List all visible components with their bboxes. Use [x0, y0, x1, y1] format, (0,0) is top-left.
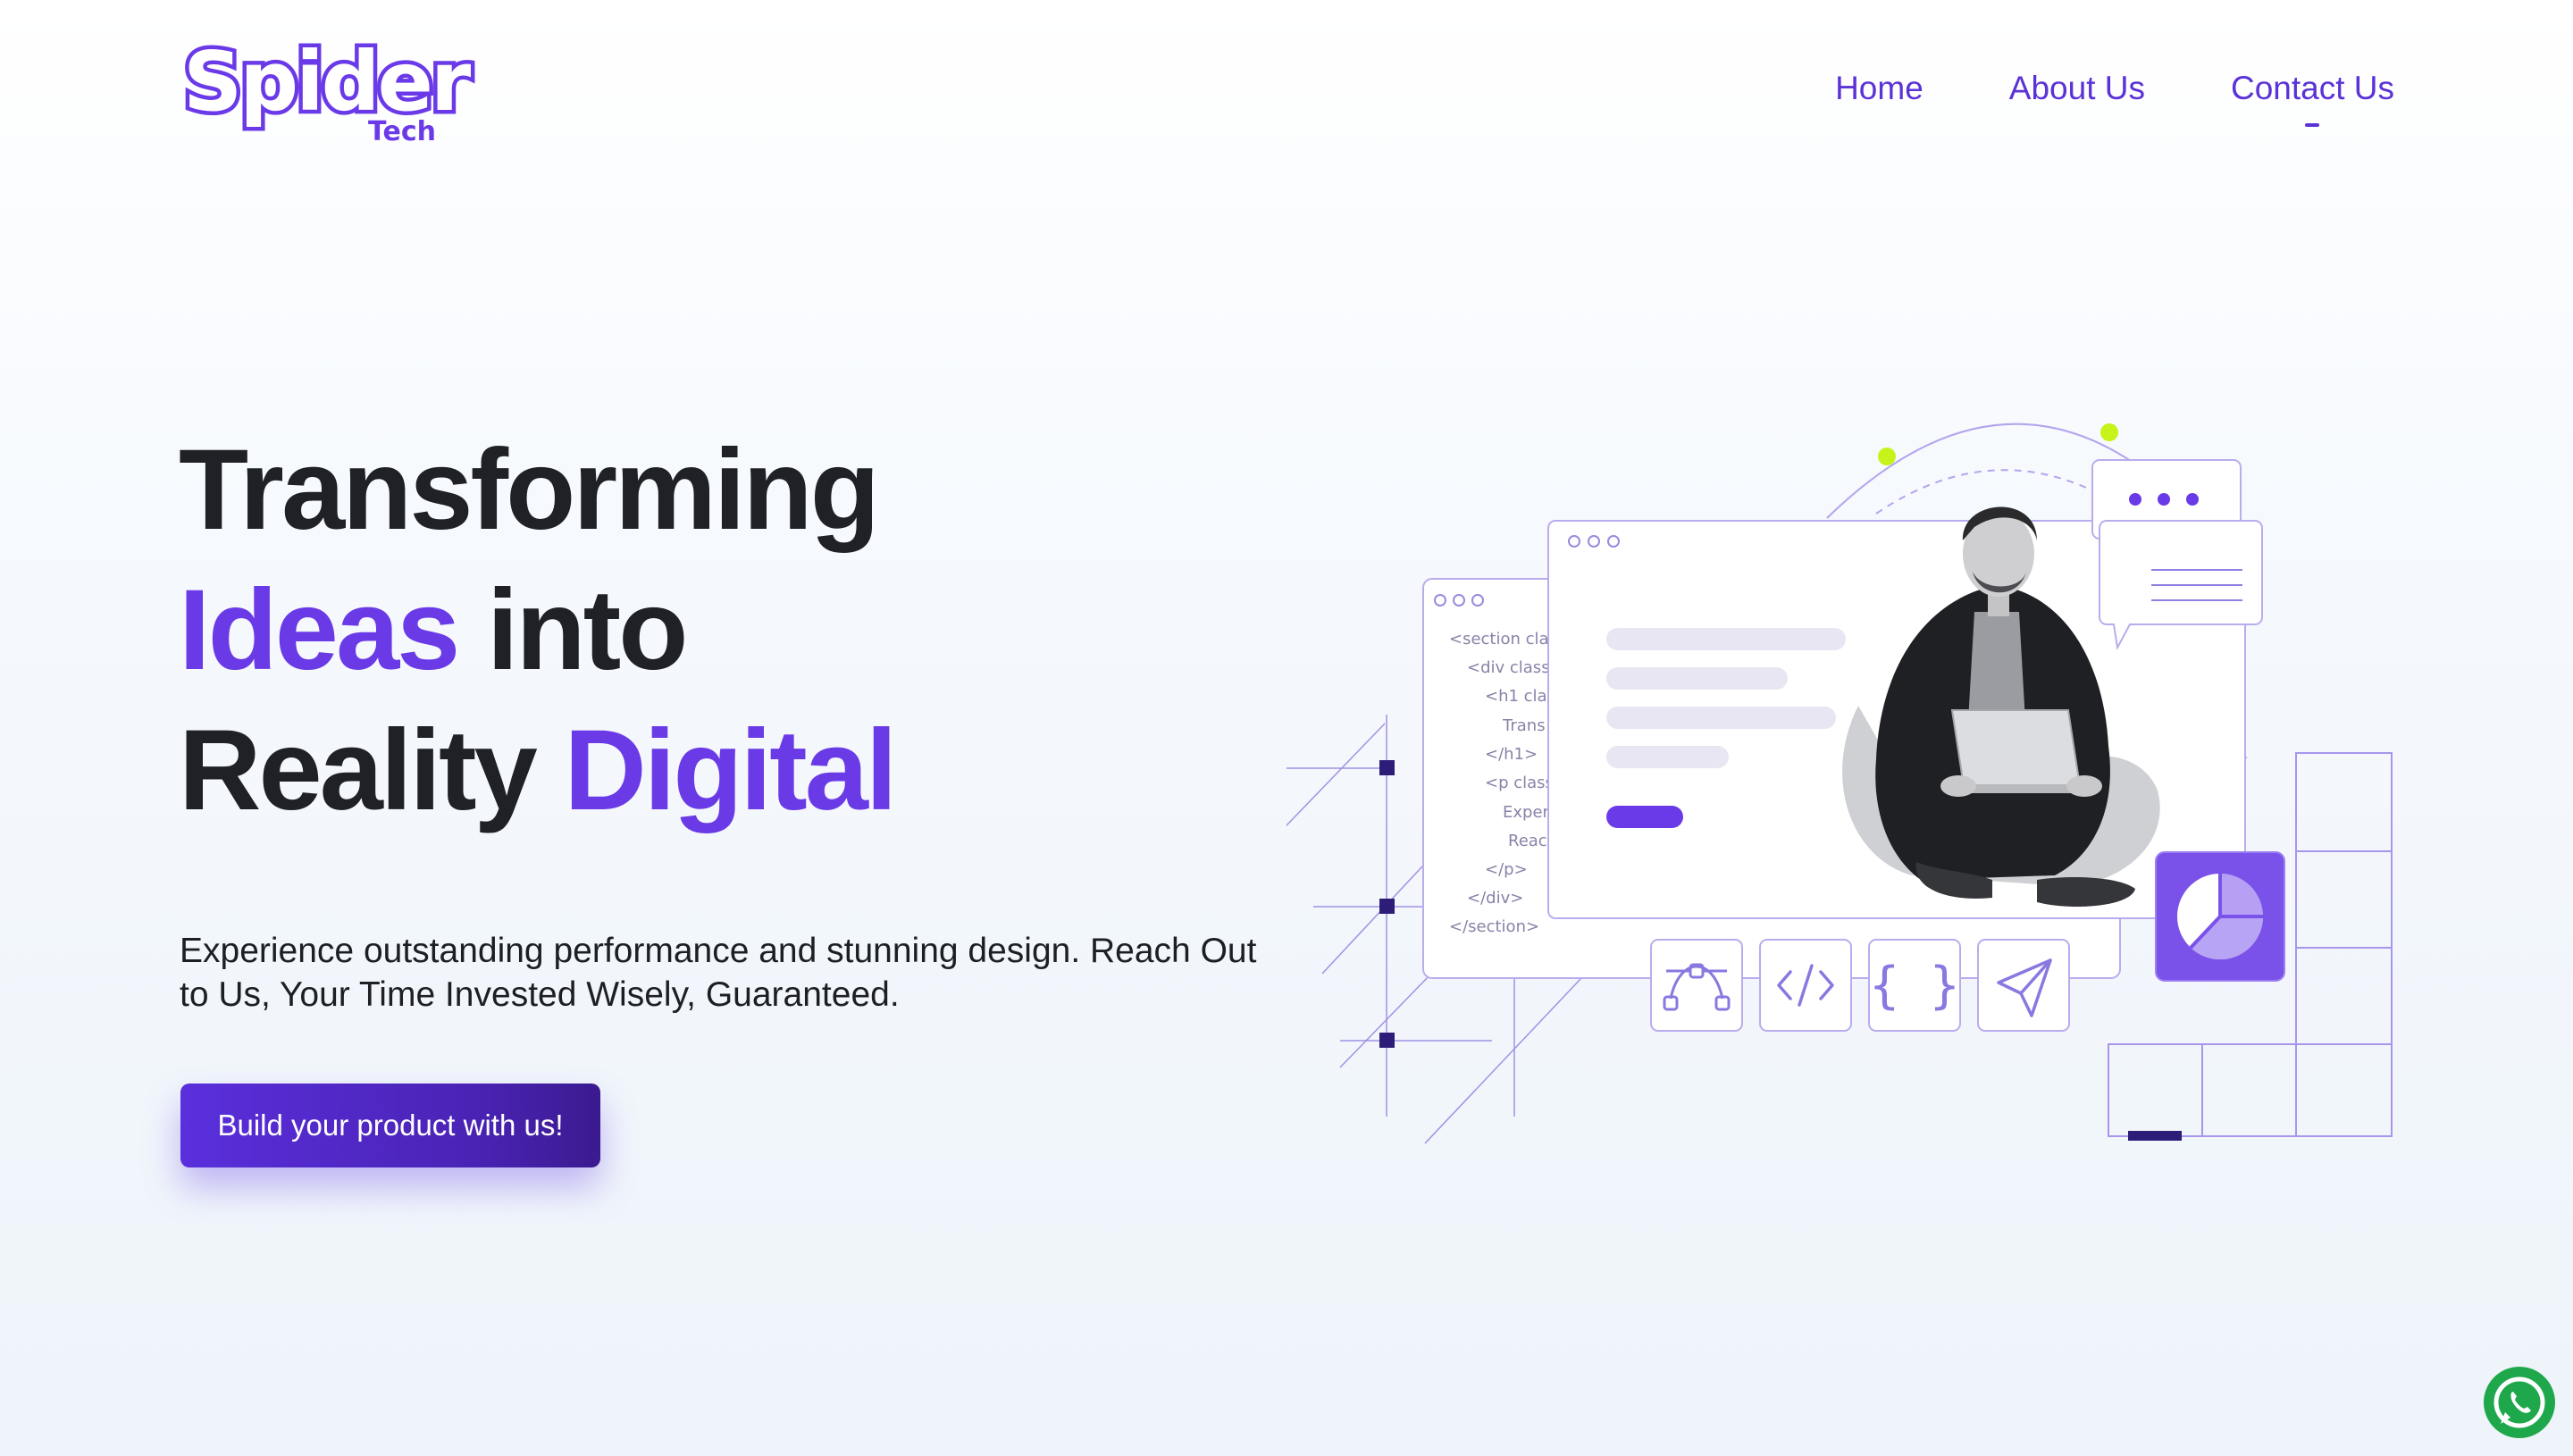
svg-text:</div>: </div> — [1467, 889, 1523, 908]
logo-tagline: Tech — [368, 116, 436, 147]
hero-description: Experience outstanding performance and s… — [180, 932, 1257, 1014]
pie-chart-icon — [2155, 851, 2285, 982]
lime-dot — [2100, 423, 2118, 441]
hero-title-line-2: Ideas into — [179, 560, 894, 700]
whatsapp-button[interactable] — [2484, 1367, 2555, 1438]
main-nav: Home About Us Contact Us — [1835, 70, 2394, 127]
hero-illustration: <section clas <div class <h1 clas Trans … — [1286, 423, 2393, 1144]
logo-wordmark: Spider — [179, 33, 474, 130]
hero-title-line-3: Reality Digital — [179, 700, 897, 841]
whatsapp-icon — [2493, 1377, 2545, 1428]
svg-text:</section>: </section> — [1449, 917, 1539, 936]
hero-title-accent-ideas: Ideas — [179, 566, 460, 694]
logo[interactable]: Spider Tech — [179, 33, 474, 154]
lime-dot — [1878, 448, 1896, 465]
build-product-button[interactable]: Build your product with us! — [180, 1084, 600, 1167]
svg-text:<h1 clas: <h1 clas — [1485, 687, 1555, 706]
nav-home[interactable]: Home — [1835, 70, 1923, 107]
hero-title-accent-digital: Digital — [564, 707, 897, 834]
hero-title: Transforming Ideas into Reality Digital — [179, 420, 897, 841]
svg-text:Exper: Exper — [1503, 803, 1550, 822]
hero-title-into: into — [457, 566, 689, 694]
svg-text:</p>: </p> — [1485, 860, 1528, 879]
hero-title-line-1: Transforming — [179, 426, 880, 554]
svg-text:Reac: Reac — [1508, 832, 1547, 850]
curly-braces-icon: { } — [1869, 957, 1959, 1015]
box-grid-bar — [2128, 1131, 2182, 1141]
svg-text:<section clas: <section clas — [1449, 630, 1557, 649]
hero-title-reality: Reality — [179, 707, 565, 834]
svg-text:<div class: <div class — [1467, 658, 1550, 677]
svg-text:Trans: Trans — [1502, 716, 1546, 735]
nav-contact-us[interactable]: Contact Us — [2231, 70, 2394, 127]
svg-text:</h1>: </h1> — [1485, 745, 1538, 764]
nav-about-us[interactable]: About Us — [2009, 70, 2145, 107]
svg-text:<p class: <p class — [1485, 774, 1554, 792]
